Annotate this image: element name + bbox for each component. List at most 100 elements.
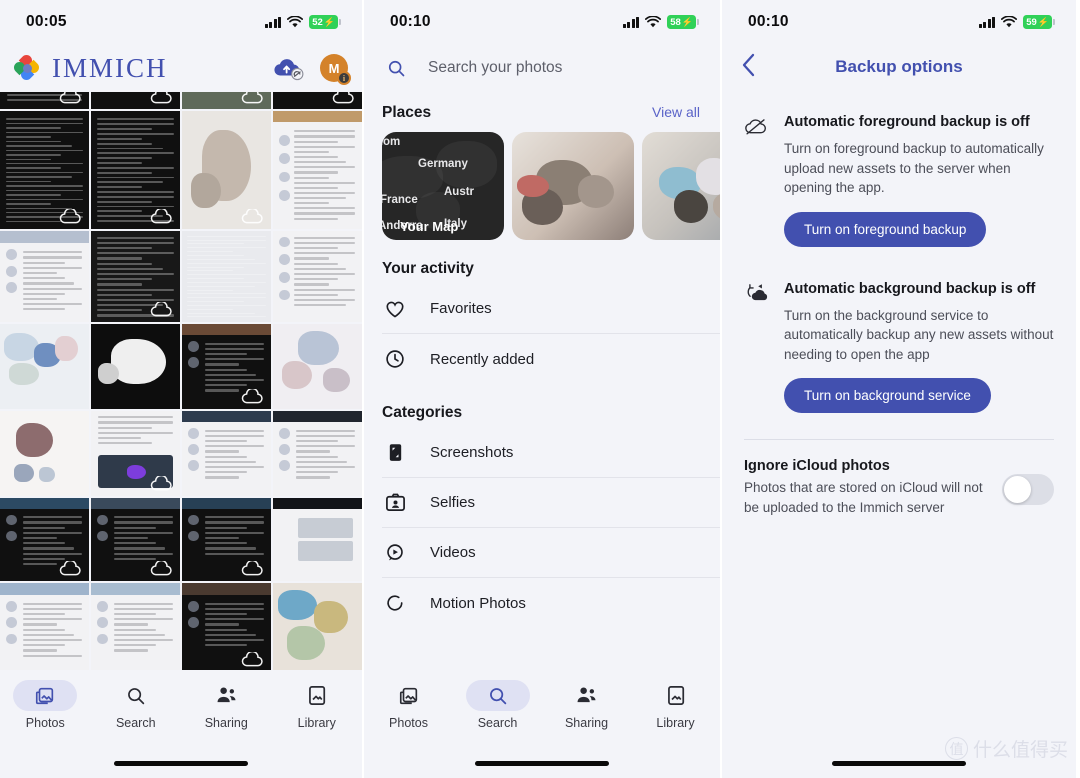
search-bar[interactable]: Search your photos [364,44,720,86]
cloud-badge-icon [150,561,172,576]
page-title: Backup options [835,57,963,76]
photo-thumb[interactable] [273,498,362,582]
cloud-badge-icon [150,476,172,491]
charging-bolt-icon: ⚡ [323,16,335,27]
place-card-photo[interactable] [512,132,634,240]
photo-thumb[interactable] [182,324,271,410]
photo-thumb[interactable] [273,231,362,323]
list-item-videos[interactable]: Videos [382,528,720,578]
list-item-selfies[interactable]: Selfies [382,478,720,528]
wifi-icon [287,16,304,28]
avatar[interactable]: M i [320,54,351,85]
photo-thumb[interactable] [91,498,180,582]
immich-logo-icon [11,52,42,83]
battery-level: 58 [670,16,681,28]
list-item-screenshots[interactable]: Screenshots [382,428,720,478]
library-icon [644,680,708,711]
photo-thumb[interactable] [91,111,180,230]
photo-thumb[interactable] [273,111,362,230]
photo-thumb[interactable] [91,92,180,110]
photo-thumb[interactable] [0,111,89,230]
wifi-icon [645,16,662,28]
categories-section: Categories Screenshots Selfies Videos Mo… [364,384,720,628]
status-time: 00:10 [390,13,431,30]
photo-thumb[interactable] [91,583,180,672]
tab-label: Photos [389,716,428,730]
heart-icon [382,298,408,320]
wifi-icon [1001,16,1018,28]
app-header: IMMICH M i [0,44,362,92]
places-header: Places View all [364,86,720,132]
watermark-text: 什么值得买 [972,740,1068,761]
photo-thumb[interactable] [0,583,89,672]
status-bar-2: 00:10 58 ⚡ [364,0,720,44]
tab-search[interactable]: Search [91,680,182,730]
list-item-motion-photos[interactable]: Motion Photos [382,578,720,628]
photo-thumb[interactable] [273,411,362,497]
cloud-badge-icon [241,651,263,667]
ignore-icloud-photos-option: Ignore iCloud photos Photos that are sto… [722,440,1076,517]
panel-search: 00:10 58 ⚡ Search your photos Places View… [362,0,722,778]
turn-on-background-service-button[interactable]: Turn on background service [784,378,991,414]
option-title: Automatic background backup is off [784,280,1036,297]
cloud-badge-icon [59,209,81,224]
selfie-icon [382,492,408,513]
photo-thumb[interactable] [182,231,271,323]
photo-thumb[interactable] [273,92,362,110]
background-backup-option: Automatic background backup is off Turn … [722,247,1076,414]
photo-thumb[interactable] [273,324,362,410]
list-item-favorites[interactable]: Favorites [382,284,720,334]
tab-library[interactable]: Library [272,680,363,730]
avatar-info-badge: i [337,71,351,85]
photo-thumb[interactable] [182,92,271,110]
list-item-recently-added[interactable]: Recently added [382,334,720,384]
tab-sharing[interactable]: Sharing [181,680,272,730]
library-icon [285,680,349,711]
ignore-icloud-toggle[interactable] [1002,474,1054,506]
turn-on-foreground-backup-button[interactable]: Turn on foreground backup [784,211,987,247]
cloud-upload-icon[interactable] [272,55,306,81]
tab-library[interactable]: Library [631,680,720,730]
photo-thumb[interactable] [182,583,271,672]
list-item-label: Screenshots [430,444,514,461]
tab-photos[interactable]: Photos [364,680,453,730]
battery-indicator: 52 ⚡ [309,15,341,29]
photo-thumb[interactable] [182,498,271,582]
status-bar-3: 00:10 59 ⚡ [722,0,1076,44]
tab-search[interactable]: Search [453,680,542,730]
tab-photos[interactable]: Photos [0,680,91,730]
panel-photos: 00:05 52 ⚡ IMMICH M i Photos Search Shar… [0,0,362,778]
photo-thumb[interactable] [91,411,180,497]
home-indicator [114,761,248,766]
nav-bar: Backup options [722,44,1076,90]
photo-thumb[interactable] [182,411,271,497]
place-card-photo[interactable] [642,132,720,240]
place-card-map[interactable]: dom Germany France Austr Andorra Italy Y… [382,132,504,240]
search-input[interactable]: Search your photos [428,59,562,77]
cellular-signal-icon [264,16,282,28]
photos-icon [377,680,441,711]
tab-label: Sharing [204,716,248,730]
photo-thumb[interactable] [182,111,271,230]
photo-thumb[interactable] [91,324,180,410]
cloud-badge-icon [241,209,263,224]
photo-thumb[interactable] [0,411,89,497]
view-all-link[interactable]: View all [652,104,700,120]
photo-column [0,92,89,672]
photo-thumb[interactable] [91,231,180,323]
tab-label: Search [477,716,518,730]
photo-thumb[interactable] [0,92,89,110]
photo-column [273,92,362,672]
photo-thumb[interactable] [0,498,89,582]
tab-sharing[interactable]: Sharing [542,680,631,730]
photo-thumb[interactable] [0,324,89,410]
status-time: 00:05 [26,13,67,30]
bottom-nav-1: Photos Search Sharing Library [0,670,362,778]
cloud-badge-icon [241,389,263,404]
photo-thumb[interactable] [273,583,362,672]
photo-grid[interactable] [0,92,362,672]
cloud-badge-icon [59,92,81,104]
map-country: Germany [418,158,468,170]
photo-thumb[interactable] [0,231,89,323]
battery-indicator: 58 ⚡ [667,15,699,29]
